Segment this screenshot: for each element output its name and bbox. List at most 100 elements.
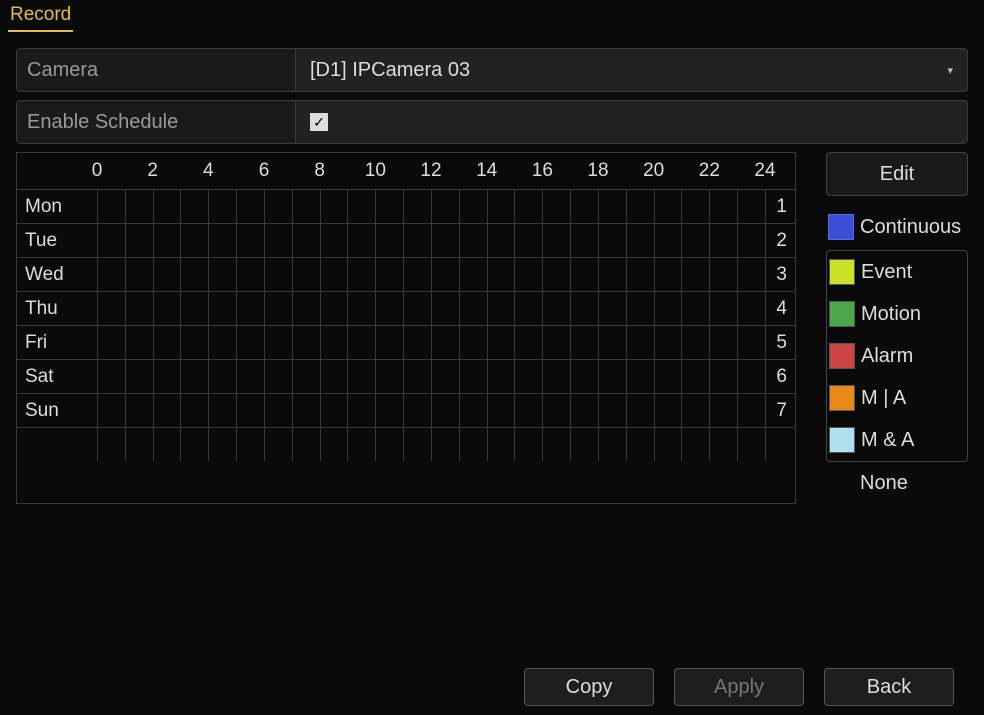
- schedule-cell[interactable]: [570, 224, 598, 257]
- schedule-cell[interactable]: [681, 326, 709, 359]
- schedule-cell[interactable]: [320, 224, 348, 257]
- schedule-cell[interactable]: [431, 292, 459, 325]
- schedule-cell[interactable]: [487, 258, 515, 291]
- day-row[interactable]: Sat6: [17, 359, 795, 393]
- schedule-cell[interactable]: [208, 394, 236, 427]
- schedule-cell[interactable]: [125, 292, 153, 325]
- schedule-cell[interactable]: [347, 224, 375, 257]
- schedule-cell[interactable]: [431, 190, 459, 223]
- schedule-cell[interactable]: [153, 326, 181, 359]
- schedule-cell[interactable]: [542, 292, 570, 325]
- schedule-cell[interactable]: [97, 360, 125, 393]
- schedule-cell[interactable]: [125, 360, 153, 393]
- schedule-cell[interactable]: [375, 360, 403, 393]
- schedule-cell[interactable]: [97, 258, 125, 291]
- schedule-cell[interactable]: [292, 224, 320, 257]
- schedule-cell[interactable]: [347, 394, 375, 427]
- schedule-cell[interactable]: [153, 394, 181, 427]
- schedule-cell[interactable]: [626, 258, 654, 291]
- schedule-cell[interactable]: [153, 292, 181, 325]
- schedule-cell[interactable]: [737, 190, 765, 223]
- schedule-cell[interactable]: [264, 292, 292, 325]
- day-row[interactable]: Fri5: [17, 325, 795, 359]
- schedule-cell[interactable]: [125, 326, 153, 359]
- schedule-cell[interactable]: [208, 326, 236, 359]
- schedule-cell[interactable]: [737, 326, 765, 359]
- schedule-cell[interactable]: [403, 394, 431, 427]
- schedule-cell[interactable]: [97, 326, 125, 359]
- schedule-cell[interactable]: [598, 292, 626, 325]
- schedule-cell[interactable]: [570, 190, 598, 223]
- day-row[interactable]: Mon1: [17, 189, 795, 223]
- schedule-cell[interactable]: [542, 224, 570, 257]
- schedule-cell[interactable]: [375, 224, 403, 257]
- schedule-cell[interactable]: [431, 360, 459, 393]
- schedule-cell[interactable]: [375, 326, 403, 359]
- schedule-cell[interactable]: [709, 190, 737, 223]
- schedule-cell[interactable]: [570, 360, 598, 393]
- schedule-cell[interactable]: [514, 258, 542, 291]
- schedule-cell[interactable]: [125, 224, 153, 257]
- schedule-cell[interactable]: [208, 292, 236, 325]
- schedule-cell[interactable]: [236, 190, 264, 223]
- tab-record[interactable]: Record: [8, 4, 73, 32]
- schedule-cell[interactable]: [236, 360, 264, 393]
- schedule-cell[interactable]: [431, 258, 459, 291]
- schedule-cell[interactable]: [292, 326, 320, 359]
- schedule-cell[interactable]: [236, 258, 264, 291]
- schedule-cell[interactable]: [431, 224, 459, 257]
- schedule-cell[interactable]: [737, 394, 765, 427]
- schedule-cell[interactable]: [264, 360, 292, 393]
- schedule-cell[interactable]: [487, 292, 515, 325]
- schedule-cell[interactable]: [654, 326, 682, 359]
- schedule-cell[interactable]: [292, 394, 320, 427]
- schedule-cell[interactable]: [347, 190, 375, 223]
- legend-alarm[interactable]: Alarm: [827, 335, 967, 377]
- schedule-cell[interactable]: [264, 224, 292, 257]
- schedule-cell[interactable]: [125, 190, 153, 223]
- schedule-cell[interactable]: [626, 292, 654, 325]
- back-button[interactable]: Back: [824, 668, 954, 706]
- schedule-cell[interactable]: [598, 360, 626, 393]
- schedule-cell[interactable]: [626, 326, 654, 359]
- schedule-cell[interactable]: [681, 292, 709, 325]
- schedule-cell[interactable]: [598, 258, 626, 291]
- schedule-cell[interactable]: [208, 360, 236, 393]
- schedule-cell[interactable]: [514, 360, 542, 393]
- schedule-cell[interactable]: [487, 326, 515, 359]
- legend-continuous[interactable]: Continuous: [826, 206, 968, 248]
- schedule-cell[interactable]: [570, 394, 598, 427]
- schedule-cell[interactable]: [375, 258, 403, 291]
- schedule-cell[interactable]: [180, 190, 208, 223]
- schedule-cell[interactable]: [347, 360, 375, 393]
- schedule-cell[interactable]: [709, 394, 737, 427]
- schedule-cell[interactable]: [320, 258, 348, 291]
- schedule-cell[interactable]: [737, 258, 765, 291]
- enable-schedule-checkbox[interactable]: ✓: [310, 113, 328, 131]
- schedule-cell[interactable]: [236, 224, 264, 257]
- schedule-cell[interactable]: [626, 190, 654, 223]
- schedule-cell[interactable]: [320, 190, 348, 223]
- schedule-cell[interactable]: [542, 258, 570, 291]
- schedule-cell[interactable]: [292, 190, 320, 223]
- schedule-cell[interactable]: [320, 360, 348, 393]
- legend-event[interactable]: Event: [827, 251, 967, 293]
- schedule-cell[interactable]: [542, 326, 570, 359]
- schedule-cell[interactable]: [487, 224, 515, 257]
- apply-button[interactable]: Apply: [674, 668, 804, 706]
- schedule-cell[interactable]: [514, 190, 542, 223]
- schedule-cell[interactable]: [264, 394, 292, 427]
- schedule-cell[interactable]: [654, 394, 682, 427]
- schedule-cell[interactable]: [292, 360, 320, 393]
- schedule-cell[interactable]: [403, 292, 431, 325]
- schedule-cell[interactable]: [97, 292, 125, 325]
- schedule-cell[interactable]: [459, 360, 487, 393]
- schedule-grid[interactable]: 024681012141618202224 Mon1Tue2Wed3Thu4Fr…: [16, 152, 796, 504]
- schedule-cell[interactable]: [347, 292, 375, 325]
- day-row[interactable]: Tue2: [17, 223, 795, 257]
- schedule-cell[interactable]: [598, 190, 626, 223]
- schedule-cell[interactable]: [208, 190, 236, 223]
- schedule-cell[interactable]: [487, 394, 515, 427]
- schedule-cell[interactable]: [125, 258, 153, 291]
- day-row[interactable]: Wed3: [17, 257, 795, 291]
